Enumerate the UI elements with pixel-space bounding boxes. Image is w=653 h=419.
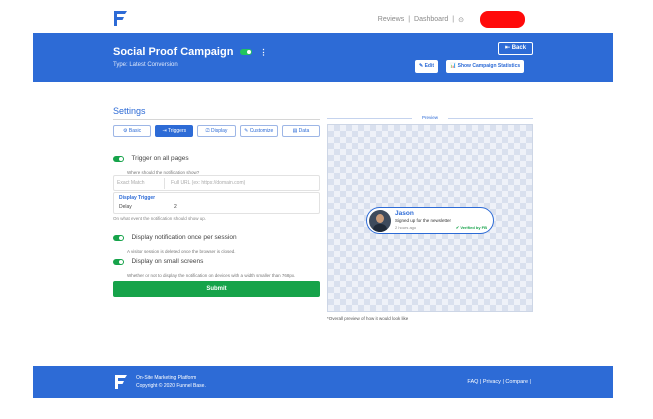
notification-time: 2 hours ago xyxy=(395,225,417,230)
display-trigger-heading: Display Trigger xyxy=(119,195,156,201)
option-label: Display notification once per session xyxy=(131,234,237,242)
nav-separator: | xyxy=(452,16,455,23)
url-input[interactable]: Full URL (ex: https://domain.com) xyxy=(171,180,245,186)
brand-logo-icon[interactable] xyxy=(113,10,128,27)
footer-tagline: On-Site Marketing Platform xyxy=(136,375,197,381)
small-screens-toggle[interactable] xyxy=(113,258,124,265)
divider xyxy=(164,178,165,189)
notification-message: Signed up for the newsletter xyxy=(395,218,452,223)
user-icon[interactable]: ⊙ xyxy=(458,16,464,24)
page-title: Social Proof Campaign xyxy=(113,46,234,58)
tab-customize[interactable]: ✎ Customize xyxy=(239,125,278,137)
url-match-row: Exact Match Full URL (ex: https://domain… xyxy=(113,175,320,191)
tab-triggers[interactable]: ⇥ Triggers xyxy=(155,125,194,137)
campaign-title-row: Social Proof Campaign ⋮ xyxy=(113,46,268,58)
notification-name: Jason xyxy=(395,210,414,217)
campaign-header: Social Proof Campaign ⋮ Type: Latest Con… xyxy=(33,33,613,82)
settings-heading: Settings xyxy=(113,106,146,116)
redacted-user-area[interactable] xyxy=(480,11,525,28)
tab-basic[interactable]: ⚙ Basic xyxy=(113,125,152,137)
back-button[interactable]: ⇤ Back xyxy=(498,42,534,55)
footer-copyright: Copyright © 2020 Funnel Base. xyxy=(136,383,206,389)
option-description: Whether or not to display the notificati… xyxy=(127,273,296,278)
verified-badge: ✔ Verified by FB xyxy=(455,225,487,230)
edit-button[interactable]: ✎ Edit xyxy=(415,60,439,73)
once-per-session-option: Display notification once per session A … xyxy=(113,229,317,255)
more-options-icon[interactable]: ⋮ xyxy=(260,48,268,57)
campaign-type: Type: Latest Conversion xyxy=(113,62,178,68)
nav-dashboard-link[interactable]: Dashboard xyxy=(414,16,448,24)
nav-separator: | xyxy=(408,16,411,23)
tab-display[interactable]: ⎚ Display xyxy=(197,125,236,137)
top-nav: Reviews | Dashboard | ⊙ xyxy=(0,0,653,33)
footer: On-Site Marketing Platform Copyright © 2… xyxy=(33,366,613,398)
trigger-all-pages-option: Trigger on all pages Where should the no… xyxy=(113,150,317,176)
once-per-session-toggle[interactable] xyxy=(113,234,124,241)
nav-links: Reviews | Dashboard | ⊙ xyxy=(378,16,464,24)
footer-logo-icon xyxy=(115,375,127,389)
nav-reviews-link[interactable]: Reviews xyxy=(378,16,404,24)
preview-note: *Overall preview of how it would look li… xyxy=(327,316,409,321)
match-type-select[interactable]: Exact Match xyxy=(117,180,145,186)
divider xyxy=(113,119,320,120)
avatar xyxy=(369,210,391,232)
option-label: Trigger on all pages xyxy=(131,155,189,163)
settings-tabs: ⚙ Basic ⇥ Triggers ⎚ Display ✎ Customize… xyxy=(113,125,321,137)
preview-label: Preview xyxy=(327,115,533,120)
trigger-all-pages-toggle[interactable] xyxy=(113,155,124,162)
display-trigger-hint: On what event the notification should sh… xyxy=(113,216,207,221)
delay-input[interactable]: 2 xyxy=(174,204,177,210)
footer-links[interactable]: FAQ | Privacy | Compare | xyxy=(467,379,531,385)
option-label: Display on small screens xyxy=(131,258,204,266)
show-statistics-button[interactable]: 📊 Show Campaign Statistics xyxy=(446,60,525,73)
display-trigger-select[interactable]: Delay xyxy=(119,204,132,210)
display-trigger-box: Display Trigger Delay 2 xyxy=(113,192,320,214)
campaign-active-toggle[interactable] xyxy=(240,49,253,56)
small-screens-option: Display on small screens Whether or not … xyxy=(113,253,317,279)
submit-button[interactable]: Submit xyxy=(113,281,320,297)
notification-preview[interactable]: Jason Signed up for the newsletter 2 hou… xyxy=(366,207,494,234)
tab-data[interactable]: ▤ Data xyxy=(281,125,321,137)
